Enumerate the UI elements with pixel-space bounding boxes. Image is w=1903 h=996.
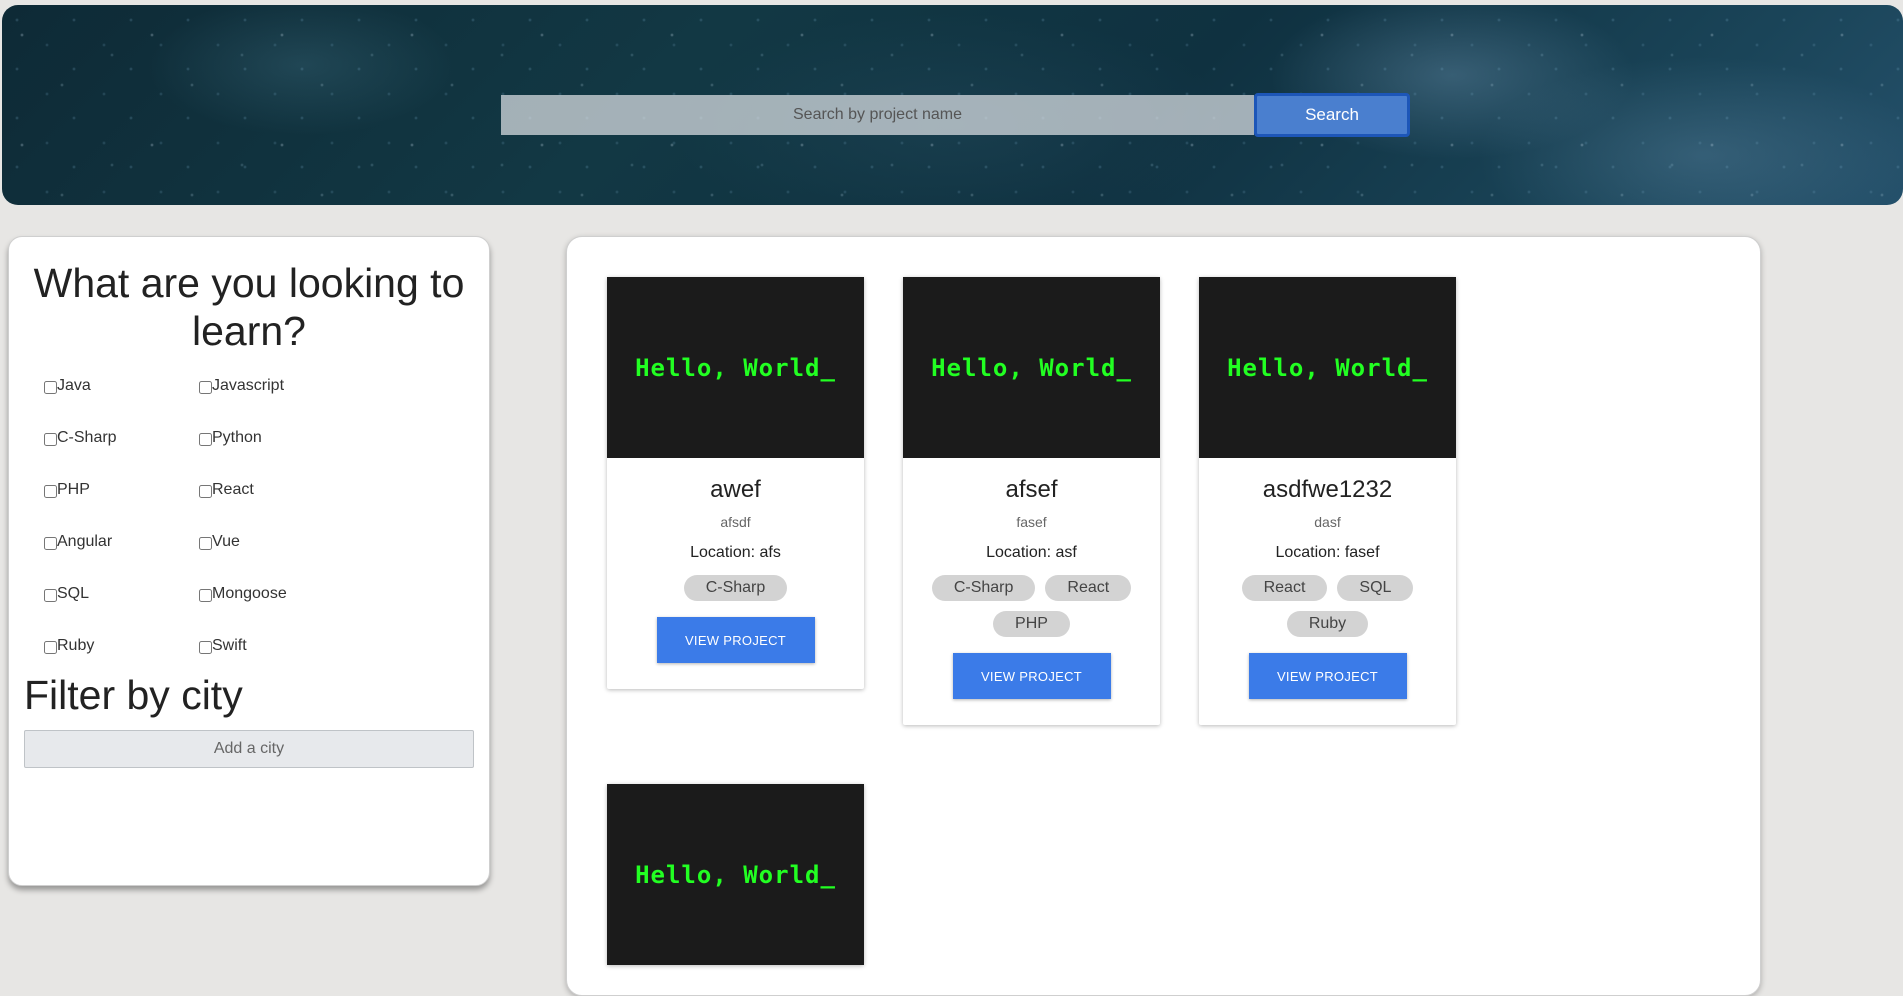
language-checkbox[interactable] — [199, 485, 212, 498]
language-label: Javascript — [212, 377, 285, 394]
project-description: afsdf — [720, 514, 751, 530]
language-checkbox[interactable] — [199, 589, 212, 602]
language-row: Java Javascript — [44, 377, 364, 429]
tech-tag: Ruby — [1286, 611, 1369, 637]
project-title: asdfwe1232 — [1262, 476, 1393, 503]
filter-sidebar: What are you looking to learn? Java Java… — [8, 236, 490, 886]
tag-list: React SQL Ruby — [1223, 575, 1433, 637]
project-card: Hello, World_ asdfwe1232 dasf Location: … — [1199, 277, 1456, 725]
project-image: Hello, World_ — [1199, 277, 1456, 458]
language-checkbox[interactable] — [44, 433, 57, 446]
projects-panel: Hello, World_ awef afsdf Location: afs C… — [566, 236, 1761, 996]
language-checkbox[interactable] — [44, 537, 57, 550]
language-option[interactable]: React — [199, 481, 354, 533]
project-title: awef — [710, 476, 761, 503]
language-checkbox[interactable] — [44, 589, 57, 602]
project-image: Hello, World_ — [607, 277, 864, 458]
project-location: Location: fasef — [1275, 544, 1380, 561]
language-option[interactable]: Python — [199, 429, 354, 481]
language-checkbox[interactable] — [44, 641, 57, 654]
language-row: Angular Vue — [44, 533, 364, 585]
language-checkbox[interactable] — [44, 485, 57, 498]
project-image: Hello, World_ — [903, 277, 1160, 458]
language-label: Mongoose — [212, 585, 287, 602]
language-option[interactable]: Angular — [44, 533, 199, 585]
search-button[interactable]: Search — [1254, 93, 1410, 137]
language-option[interactable]: Mongoose — [199, 585, 354, 637]
tag-list: C-Sharp React PHP — [927, 575, 1137, 637]
language-row: PHP React — [44, 481, 364, 533]
language-checkbox[interactable] — [199, 433, 212, 446]
language-option[interactable]: PHP — [44, 481, 199, 533]
tech-tag: C-Sharp — [931, 575, 1036, 601]
language-label: SQL — [57, 585, 90, 602]
view-project-button[interactable]: VIEW PROJECT — [1248, 653, 1407, 699]
hero-banner: Search — [2, 5, 1903, 205]
tag-list: C-Sharp — [631, 575, 841, 601]
project-description: fasef — [1016, 514, 1047, 530]
project-image-text: Hello, World_ — [635, 860, 836, 889]
project-image-text: Hello, World_ — [635, 353, 836, 382]
language-label: Swift — [212, 637, 247, 654]
view-project-button[interactable]: VIEW PROJECT — [952, 653, 1111, 699]
language-row: C-Sharp Python — [44, 429, 364, 481]
language-checkbox[interactable] — [199, 381, 212, 394]
language-label: Python — [212, 429, 262, 446]
project-card: Hello, World_ afsef fasef Location: asf … — [903, 277, 1160, 725]
language-row: SQL Mongoose — [44, 585, 364, 637]
tech-tag: React — [1241, 575, 1328, 601]
project-card: Hello, World_ — [607, 784, 864, 965]
tech-tag: SQL — [1337, 575, 1414, 601]
language-filter-grid: Java Javascript C-Sharp Python PHP React… — [44, 377, 364, 689]
language-option[interactable]: Javascript — [199, 377, 354, 429]
project-location: Location: afs — [690, 544, 781, 561]
language-checkbox[interactable] — [44, 381, 57, 394]
language-label: Ruby — [57, 637, 95, 654]
tech-tag: React — [1045, 575, 1132, 601]
search-input[interactable] — [501, 95, 1254, 135]
language-label: Java — [57, 377, 91, 394]
language-option[interactable]: SQL — [44, 585, 199, 637]
tech-tag: C-Sharp — [683, 575, 788, 601]
language-label: PHP — [57, 481, 90, 498]
sidebar-title: What are you looking to learn? — [33, 260, 465, 354]
project-image-text: Hello, World_ — [1227, 353, 1428, 382]
tech-tag: PHP — [993, 611, 1070, 637]
project-description: dasf — [1314, 514, 1341, 530]
language-label: Angular — [57, 533, 113, 550]
project-title: afsef — [1005, 476, 1058, 503]
language-label: C-Sharp — [57, 429, 117, 446]
view-project-button[interactable]: VIEW PROJECT — [656, 617, 815, 663]
city-filter-title: Filter by city — [24, 672, 243, 718]
language-checkbox[interactable] — [199, 537, 212, 550]
project-location: Location: asf — [986, 544, 1077, 561]
language-option[interactable]: Java — [44, 377, 199, 429]
language-option[interactable]: C-Sharp — [44, 429, 199, 481]
language-checkbox[interactable] — [199, 641, 212, 654]
project-card: Hello, World_ awef afsdf Location: afs C… — [607, 277, 864, 689]
project-image-text: Hello, World_ — [931, 353, 1132, 382]
language-label: Vue — [212, 533, 240, 550]
language-label: React — [212, 481, 254, 498]
language-option[interactable]: Vue — [199, 533, 354, 585]
search-bar: Search — [501, 93, 1410, 137]
project-image: Hello, World_ — [607, 784, 864, 965]
city-input[interactable] — [24, 730, 474, 768]
